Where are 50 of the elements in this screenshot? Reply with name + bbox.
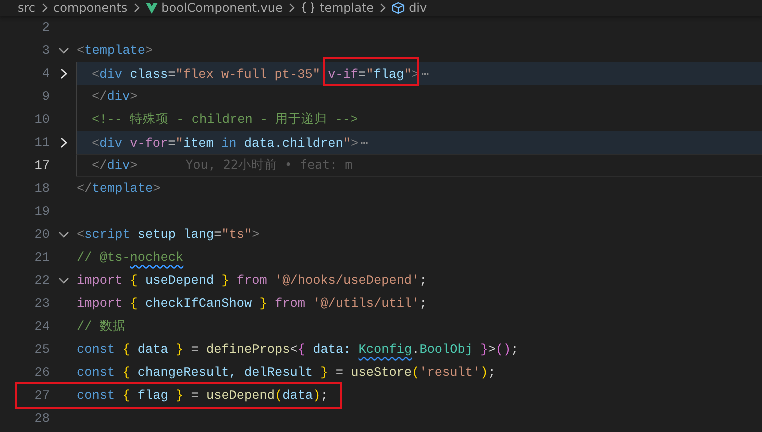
code-line: // 数据 (77, 318, 126, 335)
breadcrumb-item[interactable]: div (409, 1, 428, 15)
line-number: 2 (41, 20, 50, 35)
line-number: 17 (34, 158, 50, 173)
line-number: 18 (34, 181, 50, 196)
code-line: </template> (77, 181, 161, 196)
line-number: 19 (34, 204, 50, 219)
line-number: 27 (34, 388, 50, 403)
blame-annotation: You, 22小时前 • feat: m (186, 157, 353, 174)
line-number: 23 (34, 296, 50, 311)
chevron-down-icon[interactable] (58, 46, 70, 56)
breadcrumb-item[interactable]: boolComponent.vue (162, 1, 283, 15)
line-number: 24 (34, 319, 50, 334)
line-number: 22 (34, 273, 50, 288)
line-number: 9 (41, 89, 50, 104)
code-line: </div> (92, 158, 138, 173)
breadcrumb-item[interactable]: src (18, 1, 36, 15)
chevron-right-icon (40, 3, 49, 13)
breadcrumb-item[interactable]: components (54, 1, 128, 15)
line-number: 25 (34, 342, 50, 357)
chevron-right-icon[interactable] (58, 136, 68, 148)
chevron-down-icon[interactable] (58, 230, 70, 240)
line-number: 3 (41, 43, 50, 58)
code-line: import { useDepend } from '@/hooks/useDepend'; (77, 273, 428, 288)
code-line: <script setup lang="ts"> (77, 227, 260, 242)
chevron-right-icon (288, 3, 296, 13)
code-line: </div> (92, 89, 138, 104)
code-line: // @ts-nocheck (77, 250, 184, 265)
line-number: 21 (34, 250, 50, 265)
code-line: const { data } = defineProps<{ data: Kconfig.BoolObj }>(); (77, 342, 519, 357)
line-number: 20 (34, 227, 50, 242)
chevron-right-icon (379, 3, 388, 13)
code-line: <div v-for="item in data.children">⋯ (92, 134, 368, 150)
line-number: 28 (34, 411, 50, 426)
code-line: const { flag } = useDepend(data); (77, 388, 328, 403)
braces-icon (300, 2, 316, 14)
code-line: const { changeResult, delResult } = useStore('result'); (77, 365, 496, 380)
chevron-right-icon (132, 3, 141, 13)
line-number: 26 (34, 365, 50, 380)
code-line: <template> (77, 43, 154, 58)
line-number: 10 (34, 112, 50, 127)
line-number: 4 (41, 66, 50, 81)
code-line: import { checkIfCanShow } from '@/utils/util'; (77, 296, 428, 311)
chevron-right-icon[interactable] (58, 68, 68, 80)
breadcrumb-item[interactable]: template (320, 1, 374, 15)
code-line: <!-- 特殊项 - children - 用于递归 --> (92, 111, 358, 128)
line-number: 11 (34, 135, 50, 150)
v-logo-icon (146, 2, 158, 14)
chevron-down-icon[interactable] (58, 276, 70, 286)
cube-icon (392, 2, 406, 14)
